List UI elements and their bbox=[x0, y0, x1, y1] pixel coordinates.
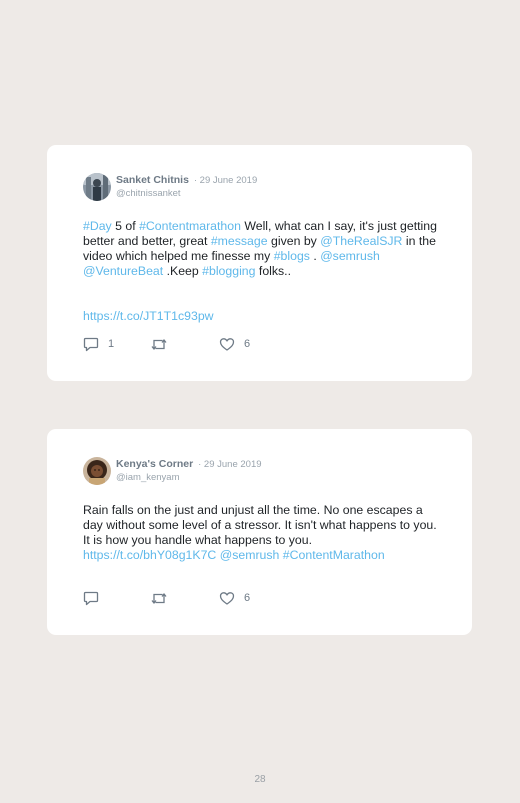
mention-link[interactable]: @semrush bbox=[320, 249, 380, 263]
tweet-date: · 29 June 2019 bbox=[198, 459, 262, 470]
tweet-text-segment: Rain falls on the just and unjust all th… bbox=[83, 503, 437, 547]
tweet-text-segment: .Keep bbox=[163, 264, 203, 278]
like-button[interactable]: 6 bbox=[219, 336, 250, 352]
hashtag-link[interactable]: #message bbox=[211, 234, 268, 248]
tweet-date: · 29 June 2019 bbox=[193, 175, 258, 186]
heart-icon bbox=[219, 591, 235, 606]
tweet-actions: 1 6 bbox=[83, 336, 383, 352]
like-count: 6 bbox=[244, 338, 251, 350]
mention-link[interactable]: @semrush bbox=[220, 548, 280, 562]
heart-icon bbox=[219, 337, 235, 352]
tweet-text-segment: . bbox=[309, 249, 321, 263]
tweet-text: #Day 5 of #Contentmarathon Well, what ca… bbox=[83, 219, 443, 324]
reply-button[interactable] bbox=[83, 590, 108, 606]
avatar[interactable] bbox=[83, 173, 111, 201]
tweet-actions: 6 bbox=[83, 590, 383, 606]
hashtag-link[interactable]: #Contentmarathon bbox=[139, 219, 241, 233]
avatar[interactable] bbox=[83, 457, 111, 485]
tweet-text-segment: given by bbox=[267, 234, 321, 248]
retweet-icon bbox=[150, 591, 168, 606]
hashtag-link[interactable]: #ContentMarathon bbox=[283, 548, 385, 562]
hashtag-link[interactable]: #blogs bbox=[274, 249, 310, 263]
like-count: 6 bbox=[244, 592, 251, 604]
tweet-text-segment: folks.. bbox=[255, 264, 292, 278]
tweet-url-link[interactable]: https://t.co/JT1T1c93pw bbox=[83, 309, 214, 323]
reply-icon bbox=[83, 337, 99, 352]
author-name[interactable]: Kenya's Corner · 29 June 2019 bbox=[116, 458, 262, 470]
mention-link[interactable]: @TheRealSJR bbox=[320, 234, 402, 248]
tweet-card: Kenya's Corner · 29 June 2019 @iam_kenya… bbox=[47, 429, 472, 635]
author-name[interactable]: Sanket Chitnis · 29 June 2019 bbox=[116, 174, 257, 186]
hashtag-link[interactable]: #blogging bbox=[202, 264, 255, 278]
retweet-button[interactable] bbox=[150, 336, 177, 352]
like-button[interactable]: 6 bbox=[219, 590, 250, 606]
tweet-url-link[interactable]: https://t.co/bhY08g1K7C bbox=[83, 548, 216, 562]
tweet-text: Rain falls on the just and unjust all th… bbox=[83, 503, 443, 563]
reply-button[interactable]: 1 bbox=[83, 336, 114, 352]
author-name-text[interactable]: Kenya's Corner bbox=[116, 458, 193, 470]
author-handle[interactable]: @chitnissanket bbox=[116, 188, 181, 199]
reply-count: 1 bbox=[108, 338, 115, 350]
hashtag-link[interactable]: #Day bbox=[83, 219, 112, 233]
page-number: 28 bbox=[254, 774, 266, 785]
retweet-icon bbox=[150, 337, 168, 352]
mention-link[interactable]: @VentureBeat bbox=[83, 264, 163, 278]
tweet-card: Sanket Chitnis · 29 June 2019 @chitnissa… bbox=[47, 145, 472, 381]
author-name-text[interactable]: Sanket Chitnis bbox=[116, 174, 189, 186]
author-handle[interactable]: @iam_kenyam bbox=[116, 472, 180, 483]
retweet-button[interactable] bbox=[150, 590, 177, 606]
tweet-text-segment: 5 of bbox=[111, 219, 140, 233]
reply-icon bbox=[83, 591, 99, 606]
